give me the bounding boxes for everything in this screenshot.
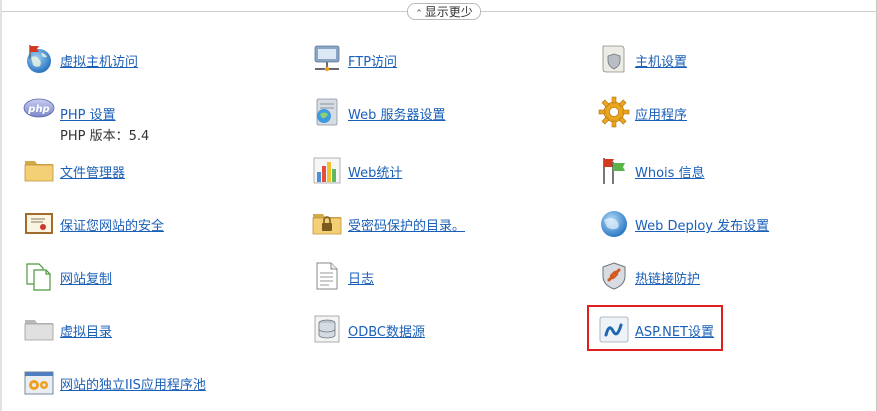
flags-icon — [603, 158, 625, 184]
tool-label[interactable]: 受密码保护的目录。 — [348, 215, 465, 234]
tool-label[interactable]: 应用程序 — [635, 104, 687, 123]
tool-label[interactable]: 文件管理器 — [60, 162, 125, 181]
tool-label[interactable]: PHP 设置 — [60, 104, 116, 123]
php-icon: php — [23, 98, 55, 118]
certificate-icon — [25, 213, 53, 234]
hotlink-shield-icon — [602, 262, 626, 290]
app-pool-icon — [24, 371, 54, 395]
tool-label[interactable]: 主机设置 — [635, 51, 687, 70]
ftp-server-icon — [314, 45, 340, 72]
virtual-folder-icon — [24, 320, 54, 341]
tool-label[interactable]: FTP访问 — [348, 51, 397, 70]
tool-label[interactable]: ODBC数据源 — [348, 321, 425, 340]
tool-label[interactable]: 保证您网站的安全 — [60, 215, 164, 234]
show-less-label: 显示更少 — [424, 5, 473, 19]
tool-label[interactable]: 虚拟主机访问 — [60, 51, 138, 70]
web-server-icon — [316, 98, 338, 126]
web-deploy-icon — [601, 211, 627, 237]
copy-pages-icon — [26, 263, 51, 291]
tool-label[interactable]: Web Deploy 发布设置 — [635, 215, 769, 234]
tool-label[interactable]: 日志 — [348, 268, 374, 287]
bar-chart-icon — [313, 157, 341, 184]
chevron-up-icon: ⌃ — [415, 9, 423, 19]
tool-label[interactable]: Web 服务器设置 — [348, 104, 445, 123]
folder-icon — [24, 161, 54, 182]
frame-left-border — [0, 0, 2, 411]
tool-label[interactable]: 热链接防护 — [635, 268, 700, 287]
highlight-box — [587, 305, 723, 351]
tool-label[interactable]: Web统计 — [348, 162, 402, 181]
globe-flag-icon — [27, 45, 51, 73]
log-file-icon — [316, 262, 338, 290]
tool-label[interactable]: 网站复制 — [60, 268, 112, 287]
tool-label[interactable]: 虚拟目录 — [60, 321, 112, 340]
show-less-toggle[interactable]: ⌃ 显示更少 — [407, 3, 481, 20]
svg-text:php: php — [27, 104, 49, 115]
tool-label[interactable]: Whois 信息 — [635, 162, 705, 181]
php-version-text: PHP 版本：5.4 — [60, 129, 150, 144]
gear-icon — [598, 96, 630, 128]
database-icon — [314, 315, 340, 343]
tool-label[interactable]: 网站的独立IIS应用程序池 — [60, 374, 206, 393]
locked-folder-icon — [312, 214, 342, 235]
document-shield-icon — [602, 45, 625, 73]
